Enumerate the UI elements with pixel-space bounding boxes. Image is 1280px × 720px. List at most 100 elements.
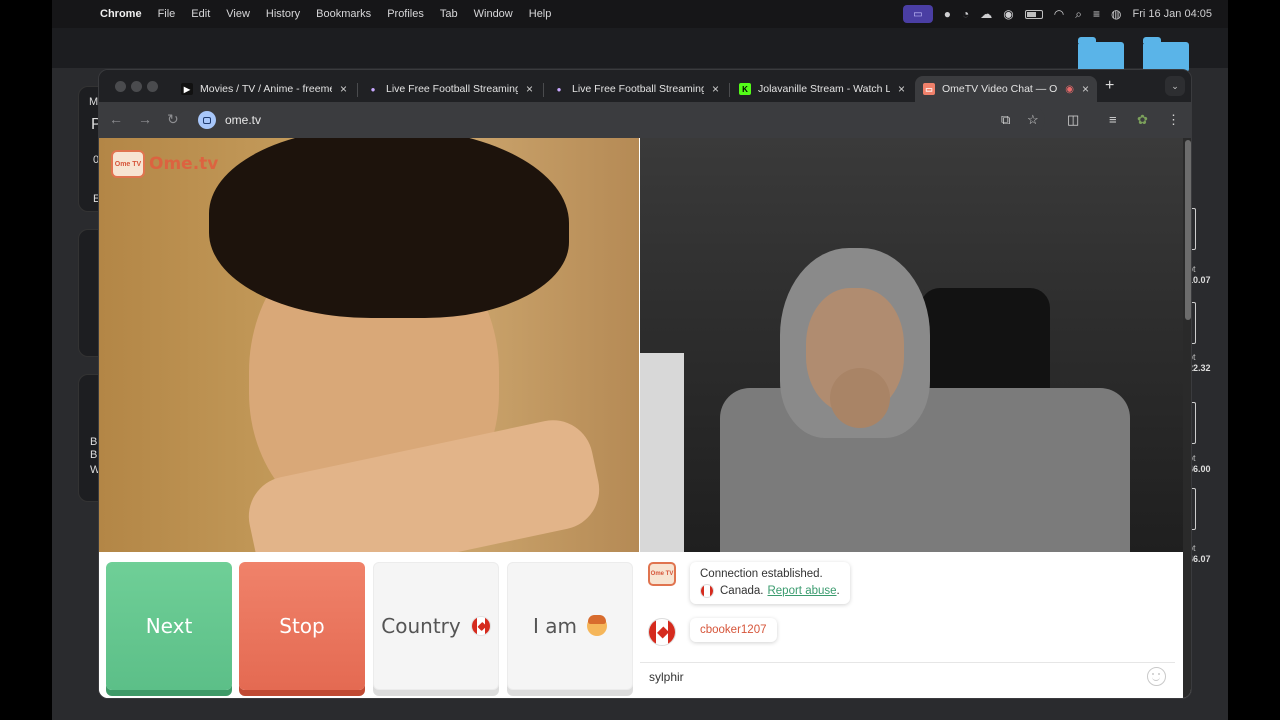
minimize-window-button[interactable]	[131, 81, 142, 92]
new-tab-button[interactable]: +	[1105, 77, 1114, 95]
battery-icon[interactable]	[1024, 9, 1043, 19]
dot-icon[interactable]: ●	[944, 8, 951, 20]
play-icon: ▶	[181, 83, 193, 95]
gender-button[interactable]: I am	[507, 562, 633, 690]
recording-icon: ◉	[1065, 83, 1074, 95]
kick-icon: K	[739, 83, 751, 95]
tab-movies[interactable]: ▶ Movies / TV / Anime - freeme ×	[173, 76, 355, 102]
url-text[interactable]: ome.tv	[225, 113, 261, 127]
desktop-folder-icon[interactable]	[1143, 37, 1189, 72]
tab-separator	[729, 83, 730, 97]
close-tab-icon[interactable]: ×	[526, 82, 533, 96]
screen-recording-icon[interactable]: ▭	[902, 5, 933, 23]
chat-input[interactable]: sylphir	[640, 662, 1175, 690]
profile-avatar-icon[interactable]: ✿	[1137, 112, 1148, 128]
tab-separator	[357, 83, 358, 97]
menu-bar-status-area: ▭ ● ◔ ☁ ◉ ◠ ⌕ ≡ ◍ Fri 16 Jan 04:05	[902, 0, 1213, 28]
chrome-window: ▶ Movies / TV / Anime - freeme × ● Live …	[98, 69, 1192, 699]
chat-username[interactable]: cbooker1207	[700, 624, 767, 636]
canada-flag-icon	[700, 584, 714, 598]
close-tab-icon[interactable]: ×	[898, 82, 905, 96]
timer-icon[interactable]: ◔	[962, 8, 969, 20]
tab-title: Live Free Football Streaming	[386, 83, 518, 95]
desktop-top-band	[52, 28, 1228, 68]
scrollbar-thumb[interactable]	[1185, 140, 1191, 320]
macos-menu-bar: Chrome File Edit View History Bookmarks …	[52, 0, 1228, 28]
play-circle-icon[interactable]: ◉	[1003, 8, 1013, 20]
stop-button[interactable]: Stop	[239, 562, 365, 690]
screen: Chrome File Edit View History Bookmarks …	[0, 0, 1280, 720]
close-tab-icon[interactable]: ×	[1082, 82, 1089, 96]
tab-ometv[interactable]: ▭ OmeTV Video Chat — Or ◉ ×	[915, 76, 1097, 102]
close-tab-icon[interactable]: ×	[340, 82, 347, 96]
ometv-logo-text: Ome.tv	[149, 154, 219, 174]
menu-bookmarks[interactable]: Bookmarks	[308, 8, 379, 20]
close-tab-icon[interactable]: ×	[712, 82, 719, 96]
canada-flag-icon	[470, 616, 491, 636]
chrome-menu-icon[interactable]: ⋮	[1167, 112, 1180, 128]
menu-app-chrome[interactable]: Chrome	[92, 8, 150, 20]
cloud-icon[interactable]: ☁	[980, 8, 992, 20]
site-info-icon[interactable]	[198, 111, 216, 129]
next-button-label: Next	[145, 614, 193, 638]
country-button[interactable]: Country	[373, 562, 499, 690]
close-window-button[interactable]	[115, 81, 126, 92]
browser-toolbar: ← → ↻ ome.tv ⧉ ☆ ◫ ≡ ✿ ⋮	[99, 102, 1191, 138]
menu-file[interactable]: File	[150, 8, 184, 20]
stranger-video	[640, 138, 1183, 552]
menu-tab[interactable]: Tab	[432, 8, 466, 20]
emoji-picker-icon[interactable]	[1147, 667, 1166, 686]
menu-view[interactable]: View	[218, 8, 258, 20]
bookmark-star-icon[interactable]: ☆	[1027, 112, 1039, 128]
person-emoji-icon	[587, 615, 607, 636]
page-scrollbar[interactable]	[1183, 138, 1191, 698]
menu-profiles[interactable]: Profiles	[379, 8, 432, 20]
back-button[interactable]: ←	[109, 111, 123, 127]
tab-football-1[interactable]: ● Live Free Football Streaming ×	[359, 76, 541, 102]
canada-flag-avatar-icon	[648, 618, 676, 646]
wifi-icon[interactable]: ◠	[1054, 8, 1064, 20]
next-button[interactable]: Next	[106, 562, 232, 690]
address-bar[interactable]: ome.tv	[195, 106, 1045, 134]
install-app-icon[interactable]: ⧉	[1001, 112, 1010, 128]
stranger-hand	[830, 368, 890, 428]
zoom-window-button[interactable]	[147, 81, 158, 92]
search-icon[interactable]: ⌕	[1075, 8, 1082, 20]
ometv-tv-icon: Ome TV	[111, 150, 145, 178]
report-abuse-link[interactable]: Report abuse	[767, 585, 836, 597]
tab-kick-stream[interactable]: K Jolavanille Stream - Watch L ×	[731, 76, 913, 102]
stranger-country-text: Canada.	[720, 585, 764, 597]
control-center-icon[interactable]: ≡	[1093, 8, 1100, 20]
tab-search-button[interactable]: ⌄	[1165, 76, 1185, 96]
ometv-logo[interactable]: Ome TV Ome.tv	[111, 150, 218, 178]
tab-title: OmeTV Video Chat — Or	[942, 83, 1058, 95]
connection-status-text: Connection established.	[700, 568, 823, 580]
background-shelf	[640, 353, 684, 552]
country-button-label: Country	[381, 614, 461, 638]
ometv-page: Ome TV Ome.tv Next Stop Country I am Ome…	[99, 138, 1191, 698]
system-message: Ome TV Connection established. Canada. R…	[648, 562, 850, 604]
local-video: Ome TV Ome.tv	[99, 138, 639, 552]
ball-icon: ●	[370, 84, 376, 94]
stop-button-label: Stop	[279, 614, 325, 638]
menu-window[interactable]: Window	[466, 8, 521, 20]
gender-button-label: I am	[533, 614, 577, 638]
system-message-bubble: Connection established. Canada. Report a…	[690, 562, 850, 604]
menu-history[interactable]: History	[258, 8, 308, 20]
forward-button[interactable]: →	[138, 111, 152, 127]
menu-edit[interactable]: Edit	[183, 8, 218, 20]
desktop-folder-icon[interactable]	[1078, 37, 1124, 72]
chat-input-text[interactable]: sylphir	[649, 670, 684, 684]
tab-football-2[interactable]: ● Live Free Football Streaming ×	[545, 76, 727, 102]
extensions-icon[interactable]: ◫	[1067, 112, 1079, 128]
menu-bar-clock[interactable]: Fri 16 Jan 04:05	[1133, 8, 1213, 20]
tab-separator	[543, 83, 544, 97]
widget-letter: M	[89, 96, 99, 108]
ball-icon: ●	[556, 84, 562, 94]
menu-help[interactable]: Help	[521, 8, 560, 20]
reload-button[interactable]: ↻	[167, 111, 179, 128]
siri-icon[interactable]: ◍	[1111, 8, 1121, 20]
stranger-hoodie-body	[720, 388, 1130, 552]
media-controls-icon[interactable]: ≡	[1109, 112, 1117, 127]
ometv-avatar-icon: Ome TV	[648, 562, 676, 586]
